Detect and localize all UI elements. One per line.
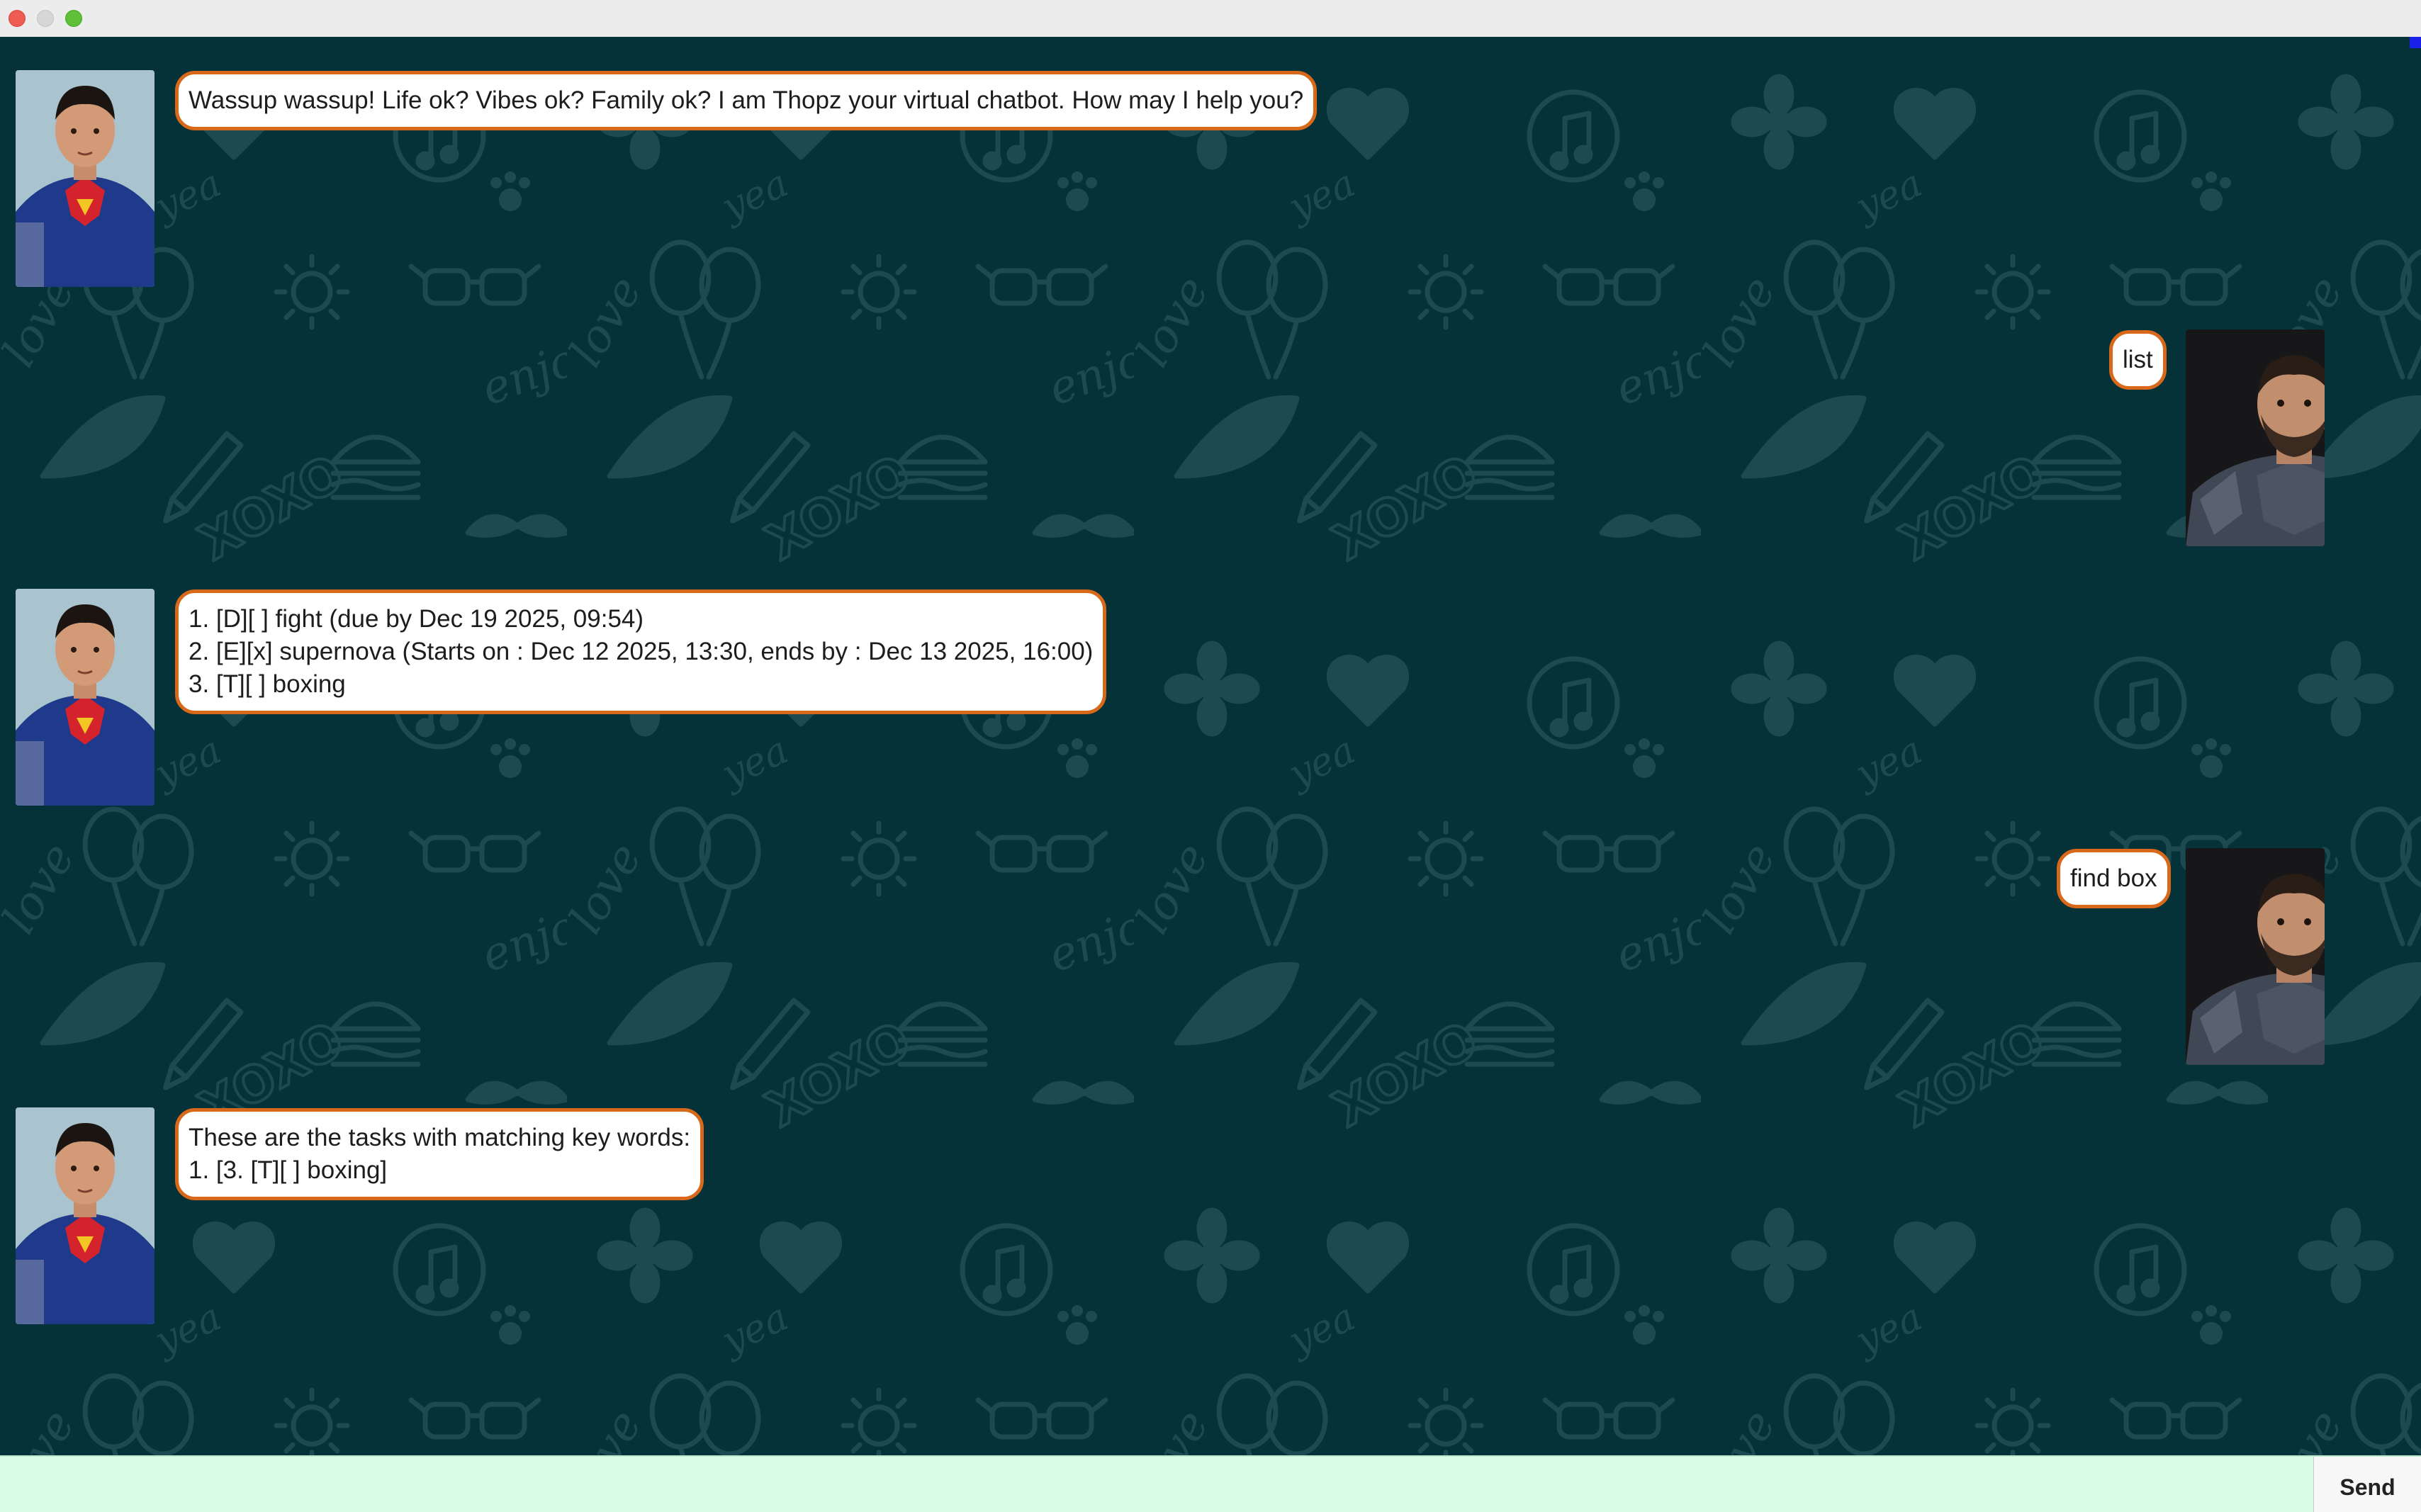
message-text: 1. [3. [T][ ] boxing]: [189, 1156, 388, 1184]
message-text: 2. [E][x] supernova (Starts on : Dec 12 …: [189, 638, 1094, 665]
message-text: Wassup wassup! Life ok? Vibes ok? Family…: [189, 86, 1304, 114]
user-message-bubble: find box: [2057, 849, 2171, 908]
message-input[interactable]: [0, 1457, 2312, 1512]
doodle-background: XOXO love enjoy! yea: [0, 37, 2421, 1455]
close-window-button[interactable]: [9, 10, 26, 27]
message-text: 1. [D][ ] fight (due by Dec 19 2025, 09:…: [189, 605, 644, 633]
minimize-window-button[interactable]: [37, 10, 54, 27]
message-text: These are the tasks with matching key wo…: [189, 1124, 691, 1151]
bot-avatar: [16, 589, 155, 806]
input-bar: Send: [0, 1455, 2421, 1512]
user-avatar: [2186, 848, 2325, 1065]
bot-avatar: [16, 1107, 155, 1324]
message-text: find box: [2070, 864, 2157, 892]
corner-indicator: [2410, 37, 2421, 48]
bot-message-bubble: These are the tasks with matching key wo…: [175, 1108, 704, 1200]
bot-message-bubble: 1. [D][ ] fight (due by Dec 19 2025, 09:…: [175, 589, 1107, 714]
bot-message-bubble: Wassup wassup! Life ok? Vibes ok? Family…: [175, 71, 1318, 130]
send-button[interactable]: Send: [2313, 1457, 2421, 1512]
dialog-scroll-area[interactable]: XOXO love enjoy! yea: [0, 37, 2421, 1455]
title-bar: [0, 0, 2421, 38]
user-message-bubble: list: [2109, 330, 2167, 390]
zoom-window-button[interactable]: [65, 10, 82, 27]
message-text: list: [2123, 346, 2153, 373]
user-avatar: [2186, 329, 2325, 546]
bot-avatar: [16, 70, 155, 287]
message-text: 3. [T][ ] boxing: [189, 670, 346, 698]
chat-window: XOXO love enjoy! yea: [0, 0, 2421, 1512]
